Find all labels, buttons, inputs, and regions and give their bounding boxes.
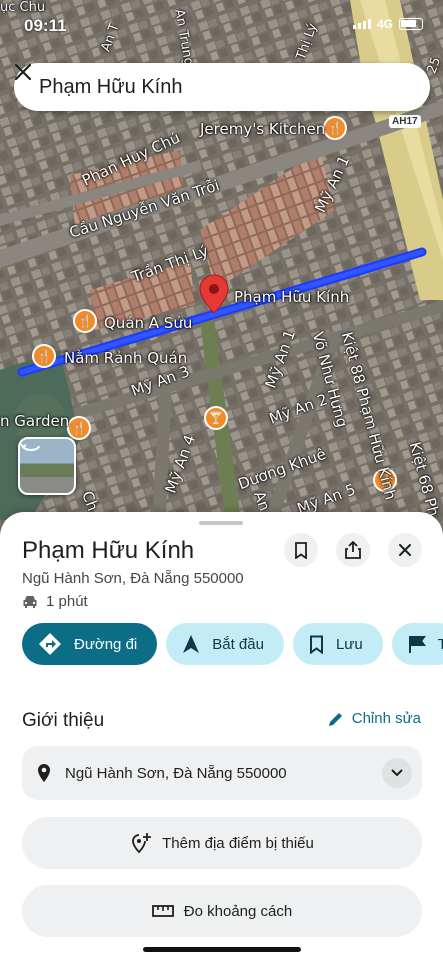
add-missing-label: Thêm địa điểm bị thiếu	[162, 834, 314, 852]
map-view[interactable]: 🍴 🍴 🍴 🍴 🍴 🍸 ục Chu An Trung An T n Thị L…	[0, 0, 443, 560]
status-bar: 09:11 4G	[0, 0, 443, 50]
place-address: Ngũ Hành Sơn, Đà Nẵng 550000	[22, 570, 244, 587]
close-sheet-button[interactable]	[388, 533, 422, 567]
home-indicator[interactable]	[143, 947, 301, 952]
restaurant-icon[interactable]: 🍴	[323, 116, 347, 140]
place-sheet[interactable]: Phạm Hữu Kính Ngũ Hành Sơn, Đà Nẵng 5500…	[0, 512, 443, 960]
flag-icon	[408, 635, 426, 653]
save-label: Lưu	[335, 635, 363, 653]
bookmark-icon	[309, 635, 323, 654]
bar-icon[interactable]: 🍸	[204, 406, 228, 430]
network-type: 4G	[376, 17, 393, 31]
label-label: Th	[437, 635, 443, 653]
map-label: Jeremy's Kitchen	[200, 120, 326, 138]
action-chips: Đường đi Bắt đầu Lưu Th	[22, 623, 443, 665]
restaurant-icon[interactable]: 🍴	[73, 309, 97, 333]
address-row[interactable]: Ngũ Hành Sơn, Đà Nẵng 550000	[22, 746, 422, 800]
poi-label: Quán A Sửu	[104, 314, 193, 332]
place-title: Phạm Hữu Kính	[22, 537, 195, 564]
highway-shield: AH17	[389, 115, 421, 128]
street-view-rotate-icon	[20, 443, 40, 451]
share-button[interactable]	[336, 533, 370, 567]
share-icon	[345, 541, 361, 559]
chevron-down-icon	[391, 769, 403, 777]
clear-search-button[interactable]	[14, 63, 426, 109]
directions-button[interactable]: Đường đi	[22, 623, 158, 665]
ruler-icon	[151, 905, 174, 917]
search-bar[interactable]: Phạm Hữu Kính	[14, 63, 430, 111]
pencil-icon	[328, 712, 342, 726]
label-button[interactable]: Th	[391, 623, 443, 665]
street-label-selected: Phạm Hữu Kính	[234, 288, 350, 306]
measure-distance-button[interactable]: Đo khoảng cách	[22, 885, 422, 937]
start-navigation-button[interactable]: Bắt đầu	[166, 623, 284, 665]
save-button[interactable]: Lưu	[292, 623, 383, 665]
expand-button[interactable]	[382, 758, 412, 788]
restaurant-icon[interactable]: 🍴	[67, 416, 91, 440]
add-missing-place-button[interactable]: Thêm địa điểm bị thiếu	[22, 817, 422, 869]
battery-icon	[399, 18, 423, 30]
search-query[interactable]: Phạm Hữu Kính	[39, 76, 382, 99]
directions-icon	[39, 633, 61, 655]
drive-time: 1 phút	[22, 593, 88, 610]
status-indicators: 4G	[352, 17, 423, 31]
location-pin-icon	[38, 764, 50, 782]
selected-place-pin-icon[interactable]	[199, 274, 229, 314]
restaurant-icon[interactable]: 🍴	[32, 344, 56, 368]
edit-label: Chỉnh sửa	[351, 710, 421, 727]
status-time: 09:11	[24, 16, 67, 35]
close-icon	[399, 544, 411, 556]
save-place-button[interactable]	[284, 533, 318, 567]
start-label: Bắt đầu	[212, 635, 264, 653]
directions-label: Đường đi	[74, 635, 138, 653]
edit-button[interactable]: Chỉnh sửa	[328, 710, 421, 727]
drive-time-text: 1 phút	[46, 593, 88, 610]
street-view-thumbnail[interactable]	[18, 437, 76, 495]
bookmark-icon	[295, 541, 307, 559]
navigation-arrow-icon	[183, 635, 200, 653]
poi-label: Nằm Rảnh Quán	[64, 349, 188, 367]
address-row-text: Ngũ Hành Sơn, Đà Nẵng 550000	[65, 764, 287, 782]
add-location-icon	[132, 833, 152, 854]
measure-label: Đo khoảng cách	[183, 902, 293, 920]
car-icon	[23, 595, 37, 608]
close-icon	[14, 63, 32, 81]
about-heading: Giới thiệu	[22, 710, 105, 731]
map-label: n Garden	[0, 412, 70, 430]
signal-icon	[352, 19, 371, 29]
drag-handle[interactable]	[199, 521, 243, 525]
